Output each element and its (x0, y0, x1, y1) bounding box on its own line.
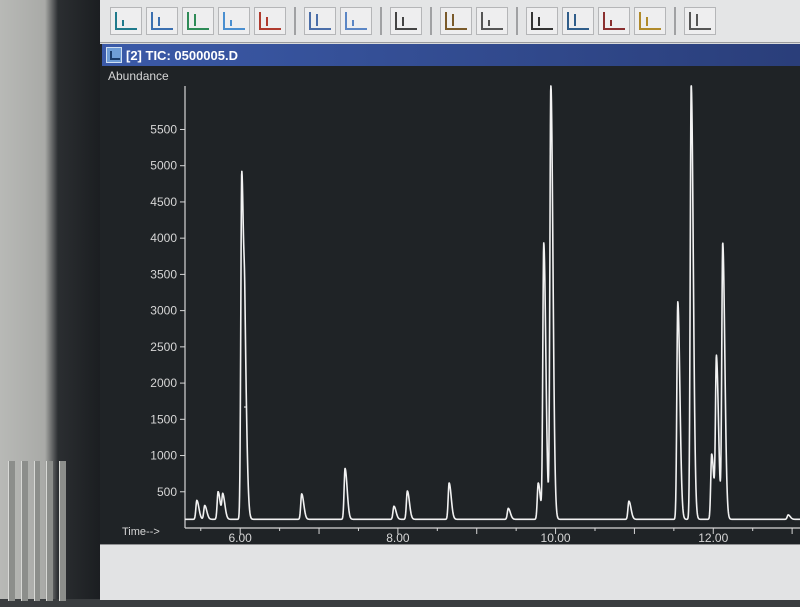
y-tick-label: 2500 (150, 340, 177, 354)
tic-chart: Abundance 500 1000 1500 2000 2500 3000 3500 4000… (100, 66, 800, 544)
peak-point (240, 170, 243, 173)
case-vents (2, 455, 72, 607)
peak-point (721, 243, 724, 245)
baseline-icon[interactable] (304, 7, 336, 35)
edit-calibration-icon[interactable] (598, 7, 630, 35)
application-window: [2] TIC: 0500005.D Abundance 500 1000 1500 2… (100, 0, 800, 600)
toolbar (100, 0, 800, 43)
peak-point (537, 482, 540, 484)
y-tick-label: 2000 (150, 376, 177, 390)
library-icon[interactable] (440, 7, 472, 35)
peak-point (222, 494, 224, 497)
y-tick-label: 1500 (150, 412, 177, 426)
peak-point (217, 490, 219, 493)
y-tick-label: 3000 (150, 304, 177, 318)
chromatogram-window: [2] TIC: 0500005.D Abundance 500 1000 1500 2… (100, 44, 800, 544)
x-tick-label: 12.00 (698, 531, 728, 544)
y-tick-label: 3500 (150, 267, 177, 281)
monitor-bezel (0, 0, 100, 601)
print-icon[interactable] (684, 7, 716, 35)
toolbar-separator (380, 7, 382, 35)
peak-point (628, 500, 630, 502)
peak-point (507, 507, 510, 510)
peak-point (710, 453, 713, 455)
chromatogram-titlebar[interactable]: [2] TIC: 0500005.D (102, 44, 800, 66)
peak-point (203, 504, 206, 507)
quantitate-icon[interactable] (634, 7, 666, 35)
y-tick-label: 5000 (150, 159, 177, 173)
peak-point (244, 406, 246, 408)
peak-point (393, 505, 395, 508)
peak-point (690, 85, 692, 87)
peak-point (196, 499, 198, 502)
peak-point (676, 301, 679, 303)
toolbar-separator (674, 7, 676, 35)
x-tick-label: 6.00 (229, 531, 253, 544)
y-axis-label: Abundance (108, 69, 169, 83)
window-title: [2] TIC: 0500005.D (126, 47, 238, 63)
peak-point (406, 490, 409, 492)
x-tick-label: 8.00 (386, 531, 410, 544)
x-axis-label: Time--> (122, 526, 160, 538)
toolbar-separator (294, 7, 296, 35)
peak-list-icon[interactable] (182, 7, 214, 35)
chromatogram-window-icon[interactable] (106, 47, 122, 63)
peak-point (344, 467, 346, 470)
peak-point (715, 359, 718, 361)
y-tick-label: 1000 (150, 449, 177, 463)
peak-point (550, 85, 552, 87)
spectrum-icon[interactable] (218, 7, 250, 35)
y-tick-label: 4500 (150, 195, 177, 209)
y-tick-label: 500 (157, 485, 177, 499)
peak-select-icon[interactable] (340, 7, 372, 35)
chromatogram-icon[interactable] (110, 7, 142, 35)
peak-point (448, 482, 450, 484)
y-tick-label: 5500 (150, 122, 177, 136)
integrate-icon[interactable] (146, 7, 178, 35)
calibrate-icon[interactable] (562, 7, 594, 35)
peak-point (542, 243, 545, 245)
status-strip (100, 544, 800, 600)
axis-icon[interactable] (526, 7, 558, 35)
peak-point (787, 514, 789, 516)
report-icon[interactable] (254, 7, 286, 35)
x-tick-label: 10.00 (541, 531, 571, 544)
toolbar-separator (430, 7, 432, 35)
y-tick-label: 4000 (150, 231, 177, 245)
library-search-icon[interactable] (476, 7, 508, 35)
peak-point (300, 493, 303, 495)
tabulate-icon[interactable] (390, 7, 422, 35)
toolbar-separator (516, 7, 518, 35)
